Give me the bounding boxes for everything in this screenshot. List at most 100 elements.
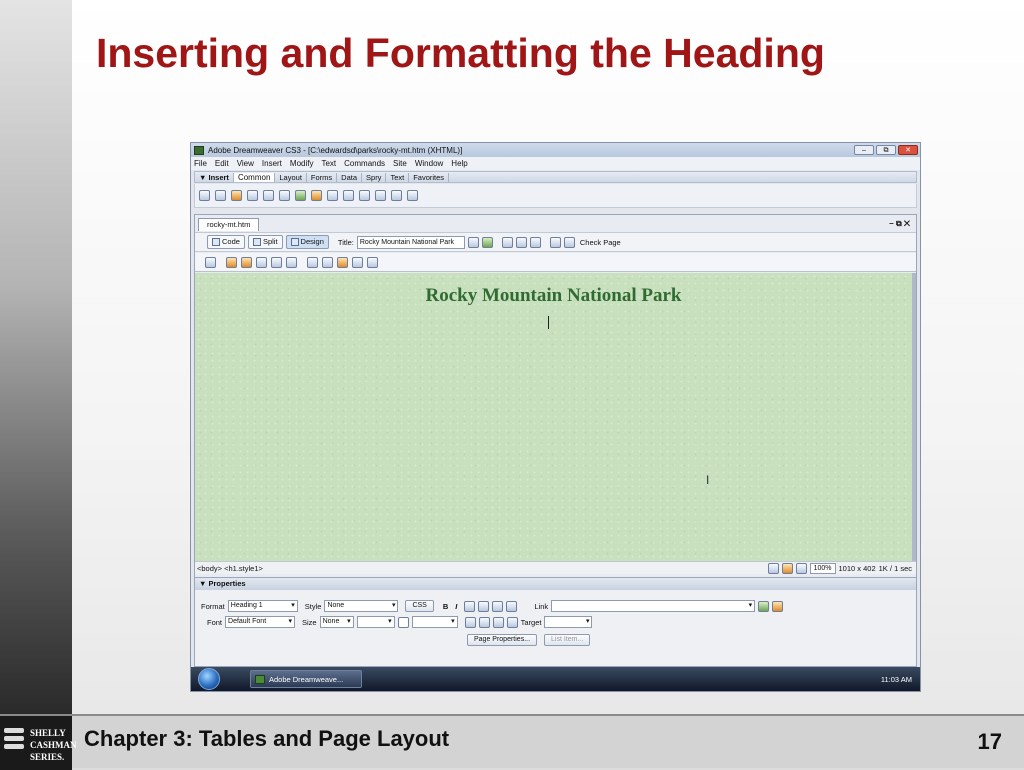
script-icon[interactable] xyxy=(375,190,386,201)
zoom-select[interactable]: 100% xyxy=(809,562,836,574)
title-input[interactable]: Rocky Mountain National Park xyxy=(356,235,465,249)
menu-file[interactable]: File xyxy=(194,159,207,168)
insert-tab-common[interactable]: Common xyxy=(233,172,276,182)
media-icon[interactable] xyxy=(295,190,306,201)
text-indent-icon[interactable] xyxy=(506,616,518,628)
align-left-icon[interactable] xyxy=(464,600,476,612)
menu-modify[interactable]: Modify xyxy=(290,159,314,168)
save-icon[interactable] xyxy=(256,256,267,268)
validate-markup-icon[interactable] xyxy=(549,236,561,248)
minimize-button[interactable]: – xyxy=(854,145,874,155)
preview-browser-icon[interactable] xyxy=(481,236,493,248)
document-tab[interactable]: rocky-mt.htm xyxy=(198,218,260,231)
list-item-button[interactable]: List Item... xyxy=(544,634,591,646)
font-select[interactable]: Default Font xyxy=(225,616,296,628)
format-select[interactable]: Heading 1 xyxy=(227,600,298,612)
code-view-button[interactable]: Code xyxy=(207,235,245,249)
comment-icon[interactable] xyxy=(343,190,354,201)
taskbar-dreamweaver-item[interactable]: Adobe Dreamweave... xyxy=(250,670,362,688)
insert-tab-forms[interactable]: Forms xyxy=(307,172,338,182)
page-heading[interactable]: Rocky Mountain National Park xyxy=(195,285,912,307)
align-center-icon[interactable] xyxy=(478,600,490,612)
table-icon[interactable] xyxy=(247,190,258,201)
server-side-include-icon[interactable] xyxy=(327,190,338,201)
italic-button[interactable]: I xyxy=(455,602,457,611)
save-all-icon[interactable] xyxy=(271,256,282,268)
design-view-button[interactable]: Design xyxy=(285,235,329,249)
text-color-swatch[interactable] xyxy=(397,616,409,628)
hyperlink-icon[interactable] xyxy=(199,190,210,201)
check-page-button[interactable]: Check Page xyxy=(580,238,621,247)
document-window-controls[interactable]: – ⧉ ✕ xyxy=(889,219,910,229)
zoom-tool-icon[interactable] xyxy=(795,562,807,574)
view-options-icon[interactable] xyxy=(515,236,527,248)
paste-icon[interactable] xyxy=(337,256,348,268)
menu-edit[interactable]: Edit xyxy=(215,159,229,168)
logo-line-1: SHELLY xyxy=(30,728,66,738)
insert-tab-layout[interactable]: Layout xyxy=(275,172,307,182)
align-right-icon[interactable] xyxy=(492,600,504,612)
copy-icon[interactable] xyxy=(322,256,333,268)
menu-help[interactable]: Help xyxy=(451,159,467,168)
images-icon[interactable] xyxy=(279,190,290,201)
bold-button[interactable]: B xyxy=(443,602,448,611)
text-outdent-icon[interactable] xyxy=(492,616,504,628)
insert-tab-favorites[interactable]: Favorites xyxy=(409,172,450,182)
split-view-button[interactable]: Split xyxy=(247,235,283,249)
print-code-icon[interactable] xyxy=(286,256,297,268)
design-view-icon xyxy=(290,238,299,246)
menu-site[interactable]: Site xyxy=(393,159,407,168)
head-icon[interactable] xyxy=(359,190,370,201)
file-management-icon[interactable] xyxy=(467,236,479,248)
undo-icon[interactable] xyxy=(352,256,363,268)
size-select[interactable]: None xyxy=(319,616,354,628)
select-tool-icon[interactable] xyxy=(767,562,779,574)
panel-collapse-handle[interactable] xyxy=(912,273,916,561)
target-select[interactable] xyxy=(544,616,593,628)
browse-folder-icon[interactable] xyxy=(772,600,784,612)
close-button[interactable]: ✕ xyxy=(898,145,918,155)
open-icon[interactable] xyxy=(226,256,237,268)
link-input[interactable] xyxy=(551,600,756,612)
email-link-icon[interactable] xyxy=(215,190,226,201)
insert-tab-text[interactable]: Text xyxy=(386,172,410,182)
design-canvas[interactable]: Rocky Mountain National Park I xyxy=(195,273,912,561)
tag-selector[interactable]: <body> <h1.style1> xyxy=(197,564,263,573)
size-units-select[interactable] xyxy=(356,616,395,628)
properties-panel: ▼ Properties Format Heading 1 Style None… xyxy=(194,577,917,667)
point-to-file-icon[interactable] xyxy=(758,600,770,612)
insert-bar-toggle[interactable]: ▼ Insert xyxy=(195,172,234,182)
system-clock[interactable]: 11:03 AM xyxy=(881,675,920,684)
css-button[interactable]: CSS xyxy=(405,600,434,612)
tag-chooser-icon[interactable] xyxy=(407,190,418,201)
date-icon[interactable] xyxy=(311,190,322,201)
cut-icon[interactable] xyxy=(307,256,318,268)
new-document-icon[interactable] xyxy=(205,256,216,268)
menu-window[interactable]: Window xyxy=(415,159,443,168)
style-select[interactable]: None xyxy=(324,600,399,612)
text-color-input[interactable] xyxy=(411,616,458,628)
window-size[interactable]: 1010 x 402 xyxy=(839,564,876,573)
menu-view[interactable]: View xyxy=(237,159,254,168)
properties-header[interactable]: ▼ Properties xyxy=(195,578,916,590)
menu-insert[interactable]: Insert xyxy=(262,159,282,168)
insert-tab-data[interactable]: Data xyxy=(337,172,363,182)
visual-aids-icon[interactable] xyxy=(529,236,541,248)
hand-tool-icon[interactable] xyxy=(781,562,793,574)
align-justify-icon[interactable] xyxy=(506,600,518,612)
unordered-list-icon[interactable] xyxy=(464,616,476,628)
ordered-list-icon[interactable] xyxy=(478,616,490,628)
named-anchor-icon[interactable] xyxy=(231,190,242,201)
start-button[interactable] xyxy=(198,668,220,690)
div-tag-icon[interactable] xyxy=(263,190,274,201)
page-properties-button[interactable]: Page Properties... xyxy=(467,634,538,646)
maximize-button[interactable]: ⧉ xyxy=(876,145,896,155)
menu-text[interactable]: Text xyxy=(321,159,336,168)
refresh-icon[interactable] xyxy=(501,236,513,248)
menu-commands[interactable]: Commands xyxy=(344,159,385,168)
templates-icon[interactable] xyxy=(391,190,402,201)
browse-bridge-icon[interactable] xyxy=(241,256,252,268)
insert-tab-spry[interactable]: Spry xyxy=(362,172,387,182)
check-page-icon[interactable] xyxy=(563,236,575,248)
redo-icon[interactable] xyxy=(367,256,378,268)
